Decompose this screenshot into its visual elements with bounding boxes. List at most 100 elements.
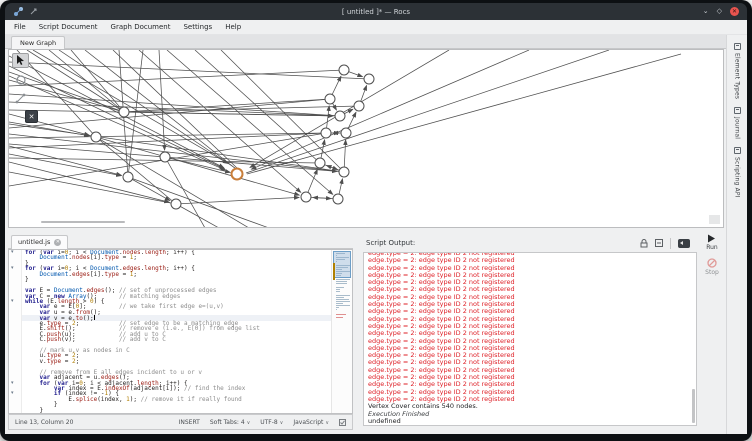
graph-edge[interactable] [159,50,165,150]
debug-output-icon[interactable] [678,239,690,248]
graph-edge[interactable] [9,70,344,86]
minimap-mark [336,314,346,315]
lock-icon[interactable] [640,239,648,248]
dock-tab-scripting-api[interactable]: Scripting API [727,147,747,198]
graph-node[interactable] [335,111,345,121]
checkmark-icon[interactable] [339,419,346,426]
graph-node[interactable] [321,128,331,138]
graph-node[interactable] [339,167,349,177]
graph-edge[interactable] [96,137,249,227]
output-title: Script Output: [358,239,415,247]
tab-width-select[interactable]: Soft Tabs: 4 ∨ [210,419,250,426]
graph-edge[interactable] [9,144,337,171]
graph-node[interactable] [119,107,129,117]
graph-node[interactable] [354,101,364,111]
titlebar[interactable]: [ untitled ]* — Rocs ⌄ ◇ ✕ [5,3,747,20]
graph-edge[interactable] [221,50,344,172]
tab-new-graph[interactable]: New Graph [11,36,65,49]
play-icon [707,234,716,243]
graph-edge[interactable] [9,154,121,176]
add-edge-tool[interactable] [12,91,29,106]
dock-tab-element-types[interactable]: Element Types [727,43,747,99]
menu-script-document[interactable]: Script Document [39,23,98,31]
minimap-mark [336,317,343,318]
menu-graph-document[interactable]: Graph Document [111,23,171,31]
graph-node[interactable] [339,65,349,75]
graph-node[interactable] [123,172,133,182]
code-editor[interactable]: ▾for (var i=0; i < Document.nodes.length… [8,249,353,414]
journal-icon [734,107,741,114]
output-scrollbar[interactable] [692,389,695,423]
graph-edge[interactable] [128,50,143,177]
graph-node-highlighted[interactable] [232,169,243,180]
graph-tool-palette: ✕ [12,53,42,123]
graph-node[interactable] [160,152,170,162]
output-header: Script Output: [358,236,724,250]
separator [670,238,671,249]
graph-node[interactable] [301,192,311,202]
chevron-down-icon: ∨ [280,420,284,426]
graph-node[interactable] [171,199,181,209]
select-tool[interactable] [12,53,29,68]
graph-node[interactable] [315,158,325,168]
graph-node[interactable] [364,74,374,84]
menu-bar: File Script Document Graph Document Setting… [5,20,747,35]
mode-indicator[interactable]: INSERT [179,419,200,426]
code-folding-gutter[interactable] [9,408,22,413]
circle-icon [16,75,26,85]
fold-marker-icon[interactable]: ▾ [11,380,14,386]
graph-edge[interactable] [9,62,369,79]
canvas-scroll-corner [709,215,720,224]
graph-edge[interactable] [9,146,121,175]
output-console[interactable]: edge.type = 2: edge type ID 2 not regist… [363,252,697,426]
chevron-down-icon: ∨ [325,420,329,426]
delete-icon[interactable]: ✕ [25,110,38,123]
code-lines: ▾for (var i=0; i < Document.nodes.length… [9,250,352,413]
code-line[interactable]: } [9,408,352,413]
output-line: undefined [368,418,696,425]
graph-canvas[interactable] [8,49,724,228]
cursor-position: Line 13, Column 20 [15,419,73,426]
clear-output-icon[interactable] [655,239,663,247]
graph-edge[interactable] [246,50,609,173]
encoding-select[interactable]: UTF-8 ∨ [260,419,283,426]
minimize-button[interactable]: ⌄ [703,5,709,18]
fold-marker-icon[interactable]: ▾ [11,298,14,304]
window-title: [ untitled ]* — Rocs [5,8,747,16]
stop-button[interactable]: Stop [705,258,719,276]
fold-marker-icon[interactable]: ▾ [11,265,14,271]
run-button[interactable]: Run [706,234,718,251]
maximize-button[interactable]: ◇ [717,5,722,18]
graph-edge[interactable] [9,172,176,204]
graph-node[interactable] [325,94,335,104]
graph-node[interactable] [341,128,351,138]
editor-tab-label: untitled.js [18,236,50,249]
menu-settings[interactable]: Settings [183,23,212,31]
minimap-viewport[interactable] [333,251,351,278]
editor-statusbar: Line 13, Column 20 INSERT Soft Tabs: 4 ∨… [8,414,353,430]
graph-node[interactable] [333,194,343,204]
output-line: Execution Finished [368,411,696,418]
api-icon [734,147,741,154]
menu-help[interactable]: Help [225,23,241,31]
close-button[interactable]: ✕ [730,7,739,16]
add-node-tool[interactable] [12,72,29,87]
fold-marker-icon[interactable]: ▾ [11,390,14,396]
minimap-modified-marker [333,263,335,280]
tab-untitled-js[interactable]: untitled.js ✕ [11,235,68,249]
graph-edge[interactable] [128,177,269,227]
right-dock-strip: Element Types Journal Scripting API [726,35,747,434]
fold-marker-icon[interactable]: ▾ [11,249,14,255]
graph-edge[interactable] [251,50,529,169]
menu-file[interactable]: File [14,23,26,31]
syntax-select[interactable]: JavaScript ∨ [293,419,329,426]
canvas-horizontal-scrollbar[interactable] [41,221,125,223]
graph-node[interactable] [91,132,101,142]
editor-minimap[interactable] [331,250,352,413]
graph-drawing [9,50,723,227]
edge-icon [15,93,26,104]
dock-tab-journal[interactable]: Journal [727,107,747,139]
graph-edge[interactable] [9,102,340,116]
close-tab-icon[interactable]: ✕ [54,239,61,246]
run-controls: Run Stop [700,234,724,276]
